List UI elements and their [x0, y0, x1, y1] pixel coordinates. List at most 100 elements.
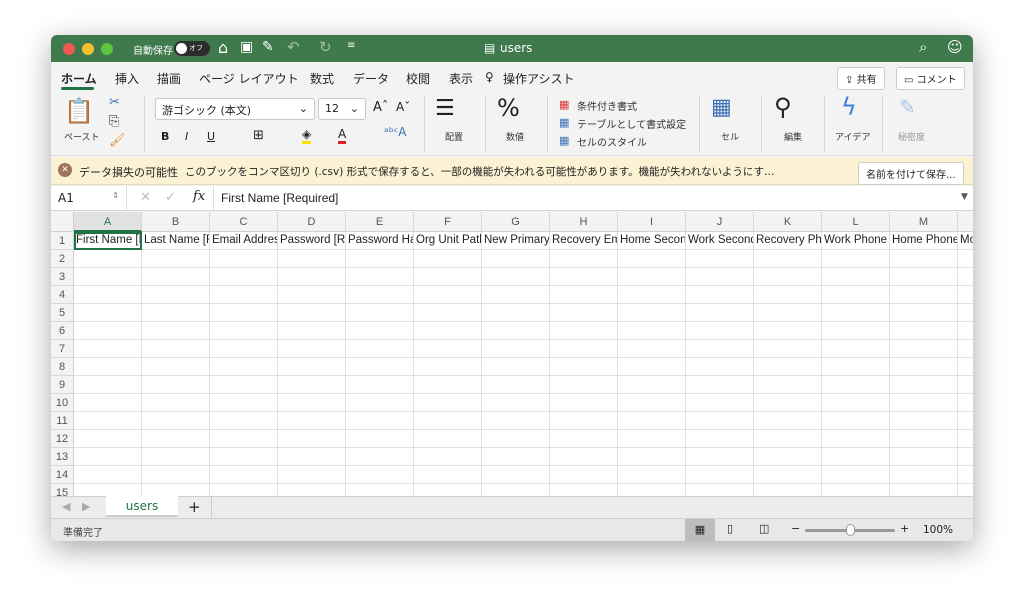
- percent-icon[interactable]: %: [497, 94, 520, 122]
- cell[interactable]: [618, 304, 686, 322]
- cell[interactable]: [210, 322, 278, 340]
- cell[interactable]: [142, 322, 210, 340]
- sensitivity-icon[interactable]: ✎: [899, 95, 916, 119]
- row-header[interactable]: 10: [51, 394, 74, 412]
- cells-icon[interactable]: ▦: [711, 95, 732, 120]
- cell-style-icon[interactable]: ▦: [559, 134, 569, 147]
- cell[interactable]: Last Name [Required]: [142, 232, 210, 250]
- column-header[interactable]: I: [618, 212, 686, 232]
- cell[interactable]: [482, 250, 550, 268]
- cell[interactable]: [278, 340, 346, 358]
- cell[interactable]: [210, 250, 278, 268]
- cell[interactable]: [142, 286, 210, 304]
- cell[interactable]: [618, 448, 686, 466]
- cell[interactable]: [74, 376, 142, 394]
- cell[interactable]: Password [Required]: [278, 232, 346, 250]
- row-header[interactable]: 6: [51, 322, 74, 340]
- cell[interactable]: [482, 358, 550, 376]
- undo-icon[interactable]: ↶: [287, 38, 300, 56]
- cell[interactable]: [210, 340, 278, 358]
- cell[interactable]: [210, 484, 278, 496]
- row-header[interactable]: 15: [51, 484, 74, 496]
- cond-format-icon[interactable]: ▦: [559, 98, 569, 111]
- cell[interactable]: [74, 322, 142, 340]
- cell[interactable]: [74, 340, 142, 358]
- edit-icon[interactable]: ✎: [262, 39, 274, 55]
- cell[interactable]: [346, 448, 414, 466]
- cell[interactable]: [278, 286, 346, 304]
- spreadsheet-grid[interactable]: ABCDEFGHIJKLM 1First Name [Required]Last …: [51, 212, 973, 496]
- cell[interactable]: [686, 430, 754, 448]
- home-icon[interactable]: ⌂: [218, 38, 228, 57]
- cell[interactable]: [890, 394, 958, 412]
- cell[interactable]: [618, 268, 686, 286]
- cell[interactable]: [550, 448, 618, 466]
- fill-color-icon[interactable]: ◈: [302, 127, 312, 144]
- share-button[interactable]: ⇪ 共有: [837, 67, 885, 90]
- paste-icon[interactable]: 📋: [64, 97, 94, 125]
- cell[interactable]: [618, 430, 686, 448]
- cell[interactable]: [822, 268, 890, 286]
- cell[interactable]: [686, 448, 754, 466]
- cell[interactable]: [74, 358, 142, 376]
- bold-button[interactable]: B: [161, 130, 169, 143]
- cut-icon[interactable]: ✂: [109, 95, 120, 110]
- ideas-icon[interactable]: ϟ: [841, 93, 857, 121]
- cell[interactable]: [482, 430, 550, 448]
- cell[interactable]: [822, 466, 890, 484]
- cell[interactable]: [550, 340, 618, 358]
- active-cell[interactable]: First Name [Required]: [74, 232, 142, 250]
- cell[interactable]: [210, 412, 278, 430]
- row-header[interactable]: 7: [51, 340, 74, 358]
- column-header[interactable]: D: [278, 212, 346, 232]
- cell[interactable]: [414, 322, 482, 340]
- cell[interactable]: [618, 412, 686, 430]
- cell[interactable]: [278, 250, 346, 268]
- cell[interactable]: [482, 394, 550, 412]
- cell[interactable]: [482, 322, 550, 340]
- smiley-icon[interactable]: ☺: [947, 38, 963, 56]
- borders-icon[interactable]: ⊞: [253, 128, 264, 143]
- cell[interactable]: [210, 466, 278, 484]
- cell[interactable]: [142, 340, 210, 358]
- cell[interactable]: [686, 286, 754, 304]
- cell[interactable]: [958, 466, 973, 484]
- cell[interactable]: [414, 286, 482, 304]
- cell[interactable]: [550, 358, 618, 376]
- underline-button[interactable]: U: [207, 130, 215, 143]
- cell[interactable]: Home Secondary Email: [618, 232, 686, 250]
- cell[interactable]: [958, 304, 973, 322]
- cell[interactable]: [278, 304, 346, 322]
- cell[interactable]: [210, 394, 278, 412]
- cell[interactable]: [142, 430, 210, 448]
- cell[interactable]: [958, 358, 973, 376]
- cell[interactable]: Work Secondary Email: [686, 232, 754, 250]
- select-all-button[interactable]: [51, 212, 74, 232]
- cell[interactable]: [686, 250, 754, 268]
- cell[interactable]: [346, 340, 414, 358]
- cell[interactable]: [278, 358, 346, 376]
- cell[interactable]: [550, 250, 618, 268]
- cond-format-button[interactable]: 条件付き書式: [577, 98, 637, 113]
- cell[interactable]: [414, 412, 482, 430]
- cell[interactable]: [550, 484, 618, 496]
- cell[interactable]: [890, 304, 958, 322]
- row-header[interactable]: 12: [51, 430, 74, 448]
- cell[interactable]: [210, 448, 278, 466]
- cell[interactable]: [142, 358, 210, 376]
- zoom-level[interactable]: 100%: [923, 524, 953, 536]
- tell-me[interactable]: 操作アシスト: [503, 70, 575, 87]
- cell[interactable]: [550, 412, 618, 430]
- column-header[interactable]: L: [822, 212, 890, 232]
- cell[interactable]: Recovery Phone: [754, 232, 822, 250]
- row-header[interactable]: 3: [51, 268, 74, 286]
- cell[interactable]: [890, 484, 958, 496]
- cell[interactable]: [754, 250, 822, 268]
- save-icon[interactable]: ▣: [240, 39, 253, 55]
- cell[interactable]: [414, 394, 482, 412]
- cell[interactable]: [278, 412, 346, 430]
- column-header[interactable]: H: [550, 212, 618, 232]
- row-header[interactable]: 9: [51, 376, 74, 394]
- cell[interactable]: Home Phone: [890, 232, 958, 250]
- column-header[interactable]: C: [210, 212, 278, 232]
